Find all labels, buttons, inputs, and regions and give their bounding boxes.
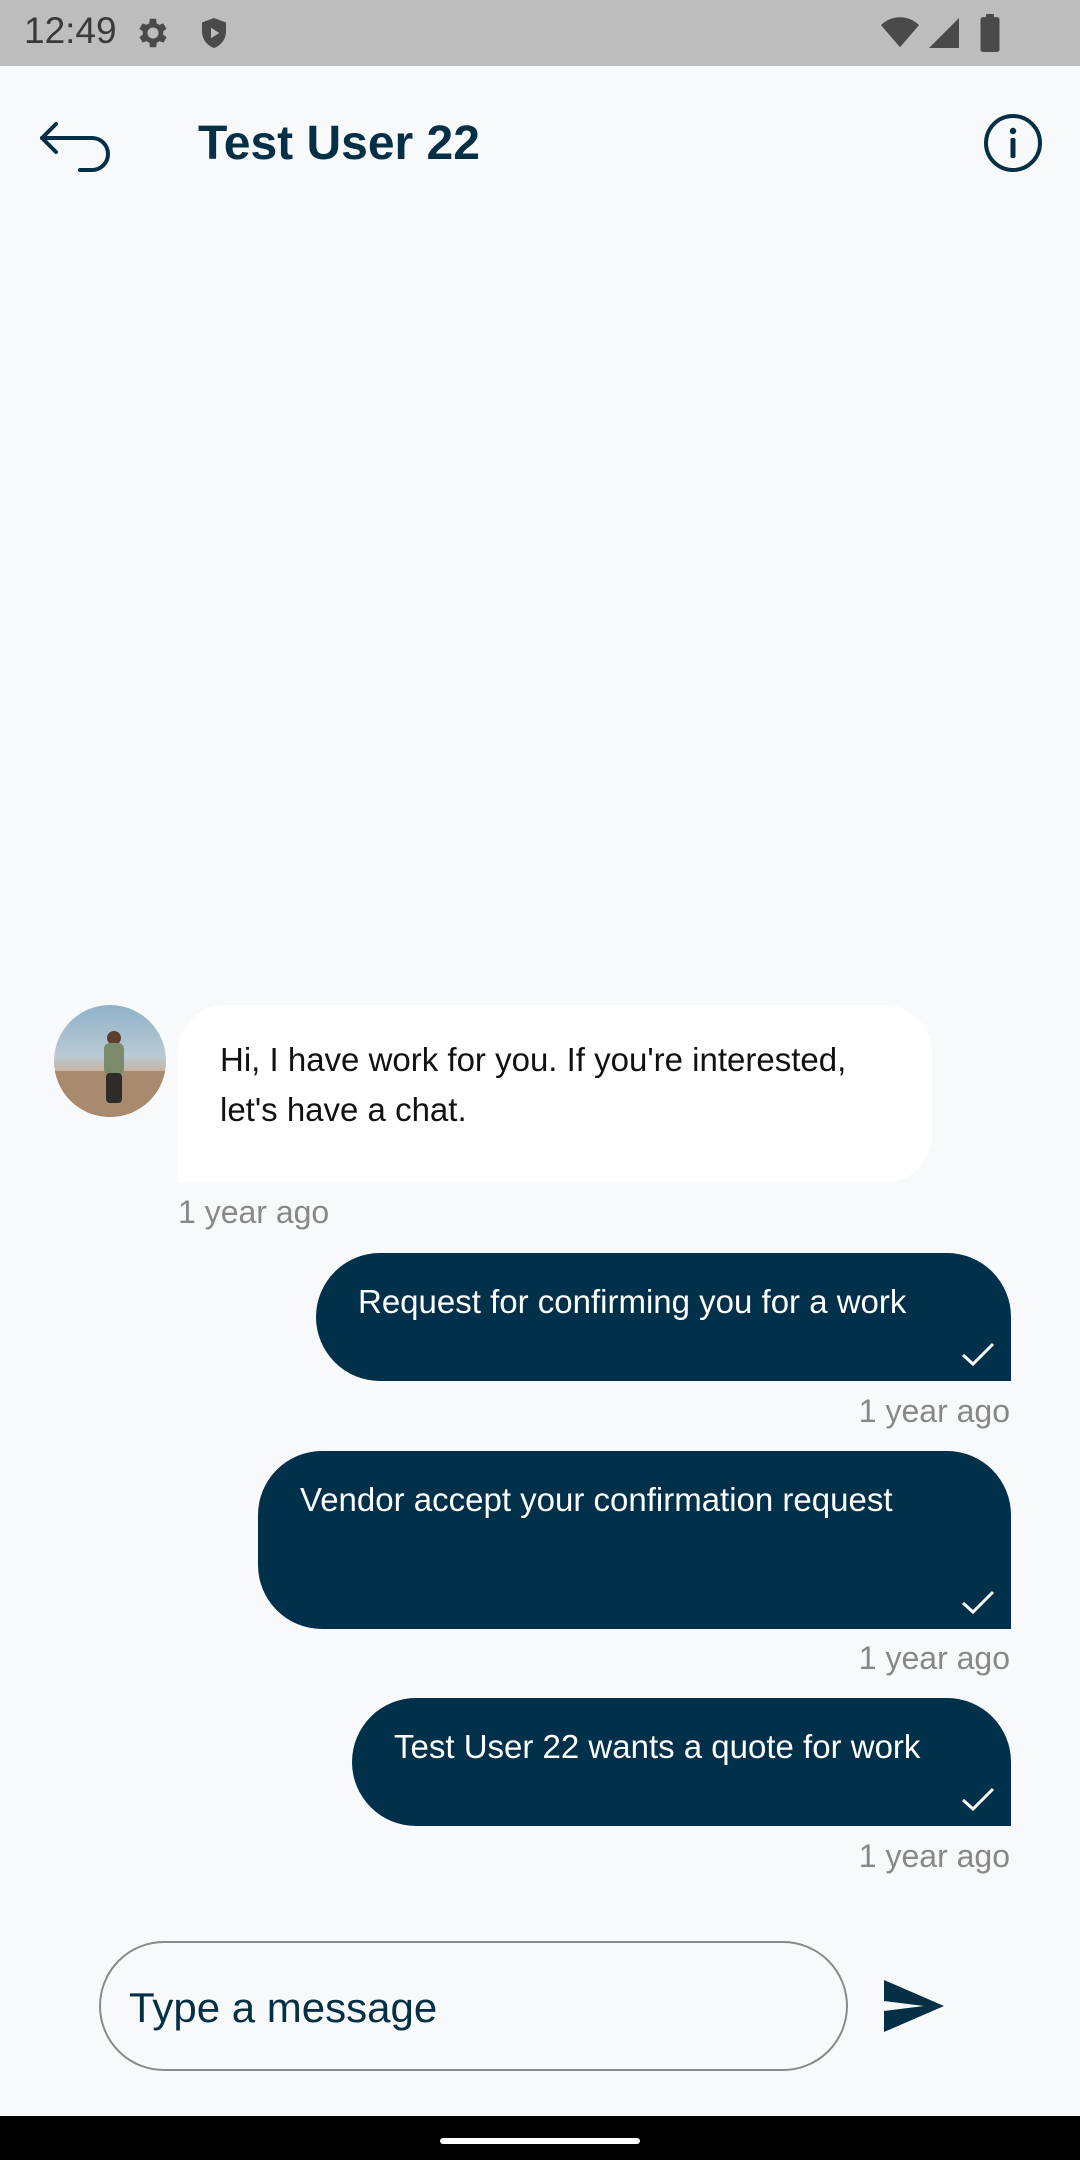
message-text: Request for confirming you for a work — [358, 1283, 907, 1320]
message-composer — [99, 1941, 848, 2071]
message-input[interactable] — [127, 1967, 821, 2049]
message-timestamp: 1 year ago — [858, 1393, 1010, 1429]
signal-icon — [926, 14, 962, 57]
wifi-icon — [880, 14, 920, 57]
home-handle[interactable] — [440, 2138, 640, 2144]
outgoing-message-bubble[interactable]: Request for confirming you for a work — [316, 1253, 1011, 1381]
battery-icon — [978, 14, 1002, 57]
message-timestamp: 1 year ago — [858, 1838, 1010, 1874]
outgoing-message-bubble[interactable]: Vendor accept your confirmation request — [258, 1451, 1011, 1629]
incoming-message-bubble[interactable]: Hi, I have work for you. If you're inter… — [178, 1005, 932, 1183]
avatar[interactable] — [54, 1005, 166, 1117]
chat-title: Test User 22 — [198, 117, 480, 170]
check-icon — [961, 1787, 995, 1812]
status-bar: 12:49 — [0, 0, 1080, 66]
status-time: 12:49 — [24, 10, 117, 51]
message-timestamp: 1 year ago — [858, 1640, 1010, 1676]
settings-icon — [134, 14, 172, 57]
message-timestamp: 1 year ago — [178, 1194, 330, 1230]
info-icon[interactable] — [982, 112, 1044, 174]
message-text: Test User 22 wants a quote for work — [394, 1728, 921, 1765]
check-icon — [961, 1590, 995, 1615]
send-icon[interactable] — [882, 1978, 946, 2034]
message-text: Vendor accept your confirmation request — [300, 1481, 893, 1518]
check-icon — [961, 1342, 995, 1367]
outgoing-message-bubble[interactable]: Test User 22 wants a quote for work — [352, 1698, 1011, 1826]
back-arrow-icon[interactable] — [38, 114, 118, 174]
chat-header: Test User 22 — [0, 66, 1080, 216]
shield-icon — [196, 14, 232, 57]
message-text: Hi, I have work for you. If you're inter… — [220, 1041, 847, 1128]
